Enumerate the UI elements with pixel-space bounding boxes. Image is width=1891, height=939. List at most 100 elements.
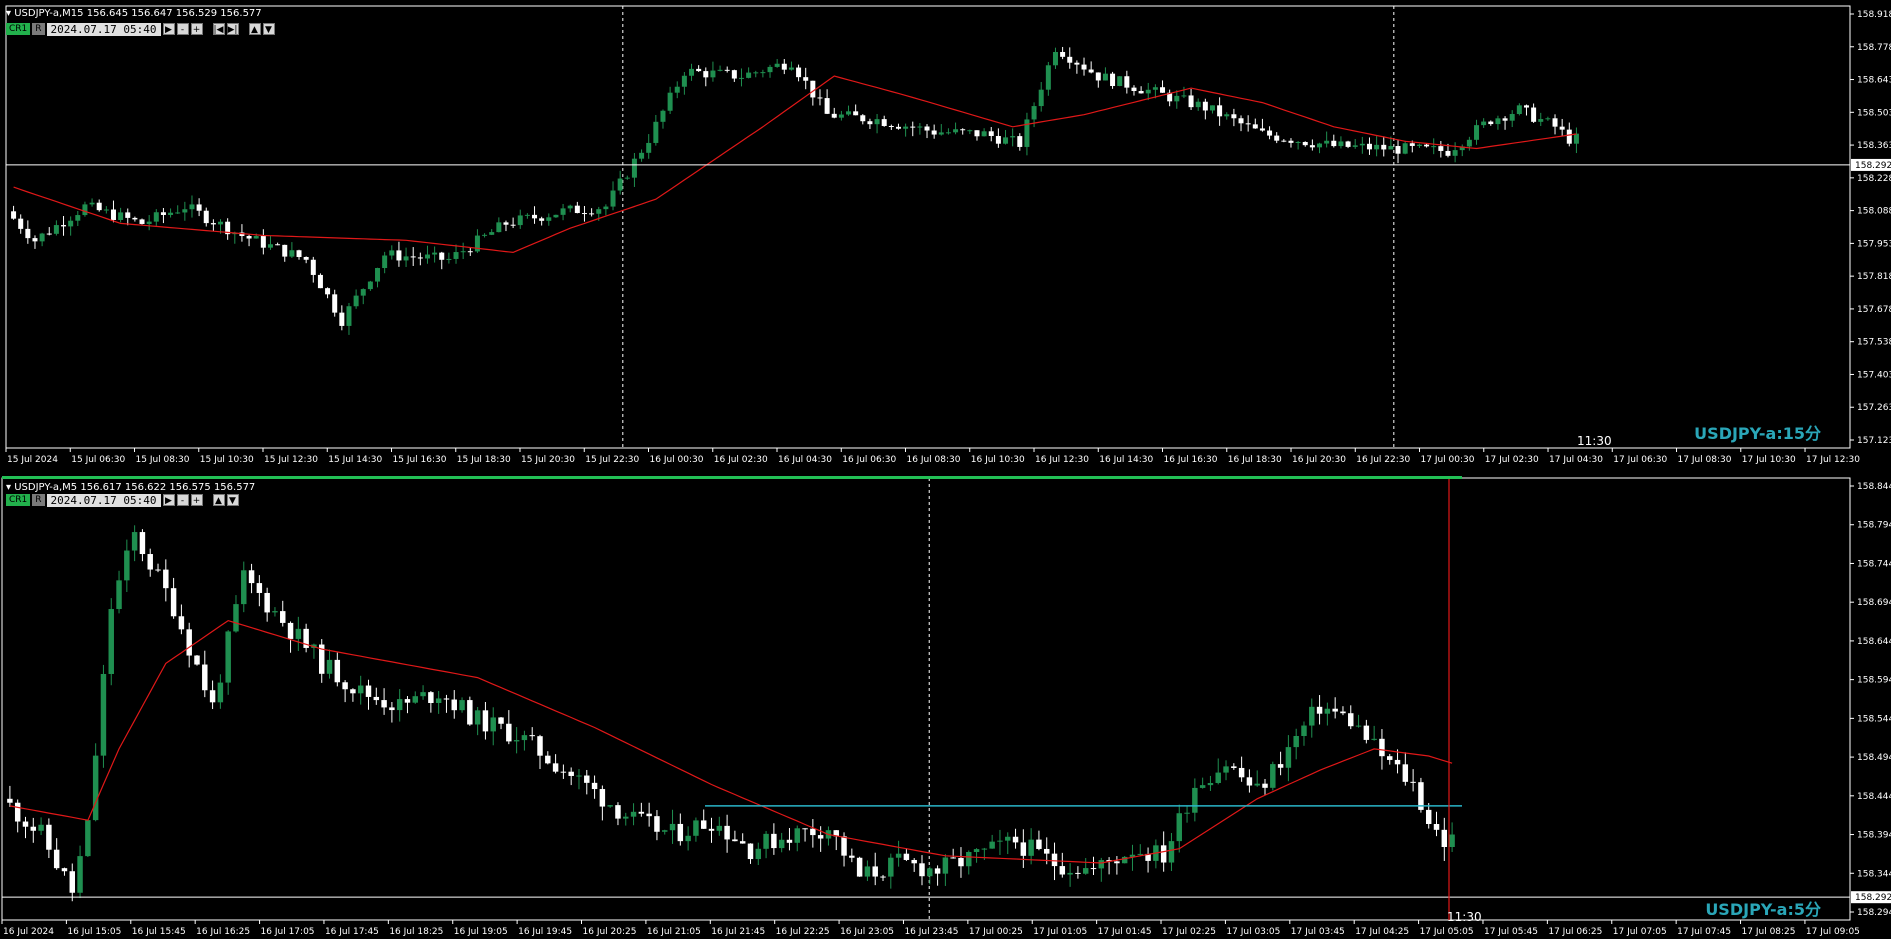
cr-button[interactable]: CR1 [6,494,31,506]
candle-body [439,252,445,260]
candle-body [103,209,109,211]
candle-body [389,707,395,711]
collapse-arrow-icon[interactable]: ▾ [6,8,11,19]
candle-body [966,852,972,867]
candle-body [1449,834,1455,847]
chart-pane-m15[interactable]: 158.918 158.778 158.643 158.503 158.363 158.2… [0,0,1891,472]
r-button[interactable]: R [32,23,45,35]
candle-body [669,823,676,831]
candle-body [950,857,956,859]
candle-body [864,866,871,877]
candle-body [738,77,744,79]
candle-body [432,252,438,255]
y-tick-label: 158.088 [1857,207,1891,217]
candle-body [353,295,359,307]
candle-body [623,816,629,819]
plus-button[interactable]: + [190,494,203,506]
r-button[interactable]: R [32,494,45,506]
x-tick-label: 16 Jul 23:05 [840,927,894,937]
candle-body [282,244,288,257]
candle-body [817,97,823,99]
candle-body [25,228,31,239]
candle-body [1184,812,1190,814]
down-button[interactable]: ▼ [226,494,239,506]
candle-body [763,833,769,849]
x-tick-label: 17 Jul 00:25 [969,927,1023,937]
x-tick-label: 17 Jul 03:05 [1226,927,1280,937]
candle-body [1207,782,1214,786]
x-tick-label: 16 Jul 15:05 [67,927,121,937]
candle-body [1192,787,1198,813]
candle-body [931,130,937,135]
down-button[interactable]: ▼ [262,23,275,35]
minus-button[interactable]: - [176,494,189,506]
x-tick-label: 17 Jul 03:45 [1291,927,1345,937]
candle-body [681,75,687,87]
x-tick-label: 15 Jul 14:30 [328,455,382,465]
x-tick-label: 15 Jul 22:30 [585,455,639,465]
candle-body [1338,141,1344,147]
candle-body [503,222,509,225]
candle-body [85,820,91,857]
plus-button[interactable]: + [190,23,203,35]
x-tick-label: 17 Jul 07:05 [1613,927,1667,937]
candle-body [382,255,388,269]
chart-canvas-m15[interactable]: 158.918 158.778 158.643 158.503 158.363 158.2… [0,0,1891,472]
candle-body [560,208,566,215]
candle-body [981,131,987,137]
cr-button[interactable]: CR1 [6,23,31,35]
candle-body [603,206,609,210]
candle-body [967,130,973,132]
candle-body [1238,767,1245,778]
chart-pane-m5[interactable]: 158.844 158.794 158.744 158.694 158.644 158.5… [0,476,1891,939]
candle-body [1145,89,1151,94]
candle-body [22,821,29,827]
x-tick-label: 16 Jul 06:30 [842,455,896,465]
candle-body [1017,136,1023,147]
candle-body [170,588,177,617]
candle-body [1288,140,1294,143]
skip-end-button[interactable]: ▶| [226,23,239,35]
candle-body [810,828,816,836]
candle-body [420,692,426,697]
chart-canvas-m5[interactable]: 158.844 158.794 158.744 158.694 158.644 158.5… [0,476,1891,939]
candle-body [1254,783,1260,786]
candle-body [1160,87,1166,93]
candle-body [774,63,780,67]
play-button[interactable]: ▶ [162,494,175,506]
chart-watermark-m15: USDJPY-a:15分 [1694,424,1821,443]
candle-body [653,121,659,143]
candle-body [717,69,723,71]
x-tick-label: 16 Jul 20:30 [1292,455,1346,465]
minus-button[interactable]: - [176,23,189,35]
play-button[interactable]: ▶ [162,23,175,35]
candle-body [1114,861,1120,864]
up-button[interactable]: ▲ [248,23,261,35]
candle-body [1352,145,1358,147]
x-tick-label: 17 Jul 06:25 [1548,927,1602,937]
candle-body [1238,118,1244,124]
x-tick-label: 17 Jul 02:30 [1485,455,1539,465]
up-button[interactable]: ▲ [212,494,225,506]
candle-body [1388,146,1394,150]
x-tick-label: 17 Jul 05:05 [1420,927,1474,937]
datetime-field[interactable]: 2024.07.17 05:40 [46,493,161,507]
collapse-arrow-icon[interactable]: ▾ [6,482,11,493]
chart-header-m15: ▾ USDJPY-a,M15 156.645 156.647 156.529 1… [6,8,262,19]
candle-body [1387,756,1393,760]
candle-body [1067,872,1073,875]
candle-body [677,823,684,842]
candle-body [11,211,17,219]
candle-body [350,689,356,694]
candle-body [489,232,495,235]
candle-body [1036,839,1042,849]
datetime-field[interactable]: 2024.07.17 05:40 [46,22,161,36]
skip-start-button[interactable]: |◀ [212,23,225,35]
candle-body [46,233,52,235]
moving-average-line [13,75,1577,254]
y-tick-label: 157.678 [1857,305,1891,315]
candle-body [760,72,766,74]
candle-body [1474,125,1480,140]
candle-body [803,77,809,81]
candle-body [1481,121,1487,126]
